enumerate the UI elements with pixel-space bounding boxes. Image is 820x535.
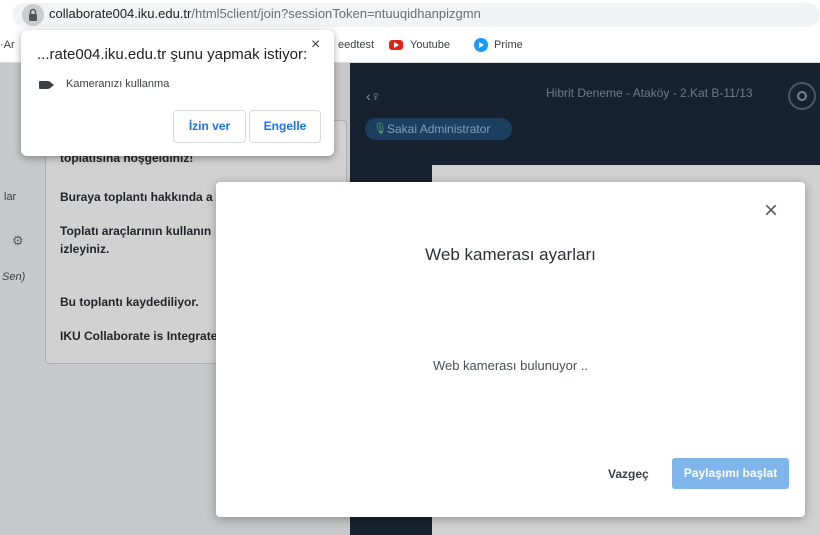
bookmark-prime[interactable]: Prime: [494, 39, 523, 51]
cancel-button[interactable]: Vazgeç: [608, 467, 649, 481]
bookmark-item[interactable]: ·Ar: [0, 39, 15, 51]
block-button[interactable]: Engelle: [249, 110, 321, 143]
webcam-settings-modal: × Web kamerası ayarları Web kamerası bul…: [216, 182, 805, 517]
webcam-status-text: Web kamerası bulunuyor ..: [432, 358, 589, 373]
allow-button[interactable]: İzin ver: [173, 110, 246, 143]
browser-url-bar: collaborate004.iku.edu.tr/html5client/jo…: [0, 0, 820, 30]
permission-request: Kameranızı kullanma: [66, 78, 170, 90]
lock-icon[interactable]: [22, 4, 44, 26]
close-icon[interactable]: ×: [311, 36, 320, 54]
camera-permission-popup: ...rate004.iku.edu.tr şunu yapmak istiyo…: [21, 30, 334, 156]
bookmark-speedtest[interactable]: eedtest: [338, 39, 374, 51]
permission-title: ...rate004.iku.edu.tr şunu yapmak istiyo…: [37, 46, 308, 63]
close-icon[interactable]: ×: [764, 199, 778, 223]
url-host: collaborate004.iku.edu.tr: [49, 6, 192, 21]
start-sharing-button[interactable]: Paylaşımı başlat: [672, 458, 789, 489]
prime-video-icon: [474, 38, 488, 52]
bookmark-youtube[interactable]: Youtube: [410, 39, 450, 51]
modal-title: Web kamerası ayarları: [425, 245, 596, 264]
url-path: /html5client/join?sessionToken=ntuuqidha…: [191, 6, 481, 21]
url-text[interactable]: collaborate004.iku.edu.tr/html5client/jo…: [49, 6, 481, 21]
youtube-icon: [389, 40, 403, 50]
camera-icon: [39, 81, 54, 89]
